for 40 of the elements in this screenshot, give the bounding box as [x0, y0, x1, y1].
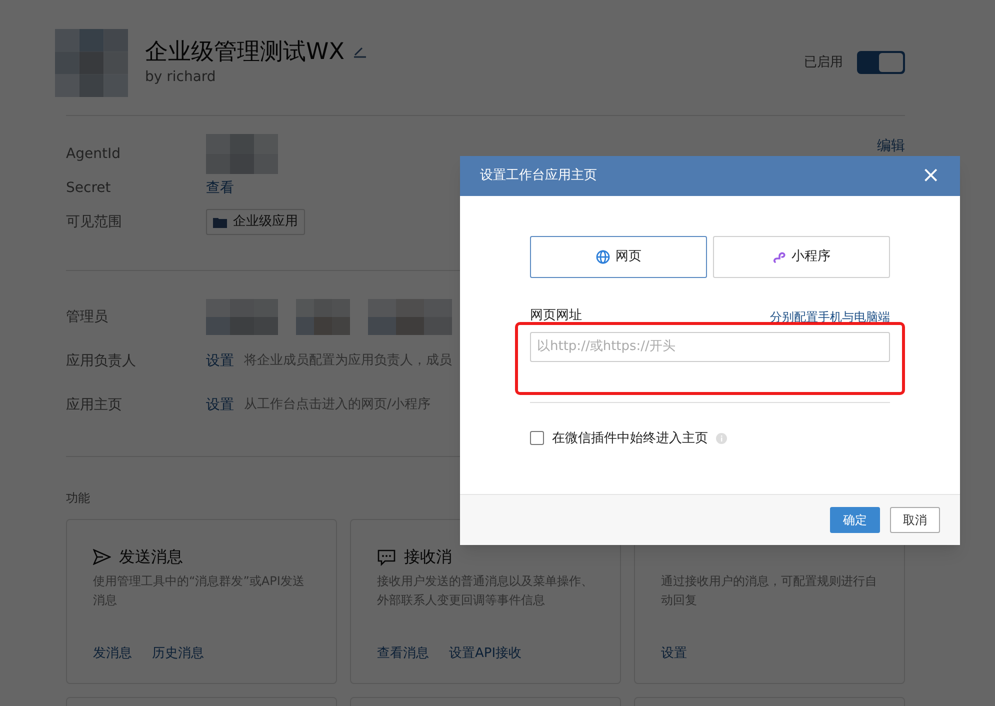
checkbox[interactable] — [530, 431, 544, 446]
app-author: by richard — [145, 68, 217, 87]
card-link[interactable]: 历史消息 — [152, 644, 204, 663]
field-label: 网页网址 — [530, 307, 582, 325]
card-link[interactable]: 查看消息 — [377, 644, 429, 663]
card-link[interactable]: 设置API接收 — [449, 644, 522, 663]
card-title: 发送消息 — [119, 546, 183, 568]
field-label: 应用负责人 — [66, 352, 137, 370]
settings-link[interactable]: 设置 — [206, 394, 234, 416]
confirm-button[interactable]: 确定 — [830, 507, 880, 533]
card-link[interactable]: 设置 — [661, 644, 687, 663]
status-label: 已启用 — [804, 54, 843, 72]
field-label: 可见范围 — [66, 212, 123, 232]
view-link[interactable]: 查看 — [206, 178, 234, 198]
edit-link[interactable]: 编辑 — [877, 136, 905, 157]
paper-plane-icon — [93, 549, 111, 565]
settings-link[interactable]: 设置 — [206, 350, 234, 372]
cancel-button[interactable]: 取消 — [890, 507, 940, 533]
url-input-field[interactable]: 以http://或https://开头 — [530, 332, 890, 362]
chat-bubble-icon — [377, 548, 396, 566]
dialog-title: 设置工作台应用主页 — [480, 167, 597, 186]
globe-icon — [596, 250, 610, 264]
field-label: Secret — [66, 178, 112, 198]
pencil-icon[interactable] — [352, 46, 366, 58]
close-button[interactable]: × — [922, 165, 940, 187]
card-title: 接收消 — [404, 546, 452, 568]
section-heading: 功能 — [66, 491, 90, 505]
folder-icon — [213, 216, 227, 228]
checkbox-label: 在微信插件中始终进入主页 — [552, 430, 708, 448]
type-tab[interactable]: 网页 — [530, 236, 707, 278]
field-label: 管理员 — [66, 308, 109, 326]
config-link[interactable]: 分别配置手机与电脑端 — [770, 308, 890, 326]
link-icon — [772, 250, 786, 264]
enable-toggle[interactable] — [857, 51, 905, 74]
scope-tag[interactable]: 企业级应用 — [206, 209, 305, 235]
card-link[interactable]: 发消息 — [93, 644, 132, 663]
app-title: 企业级管理测试WX — [145, 38, 344, 67]
field-label: 应用主页 — [66, 396, 123, 414]
type-tab[interactable]: 小程序 — [713, 236, 890, 278]
field-label: AgentId — [66, 144, 122, 164]
